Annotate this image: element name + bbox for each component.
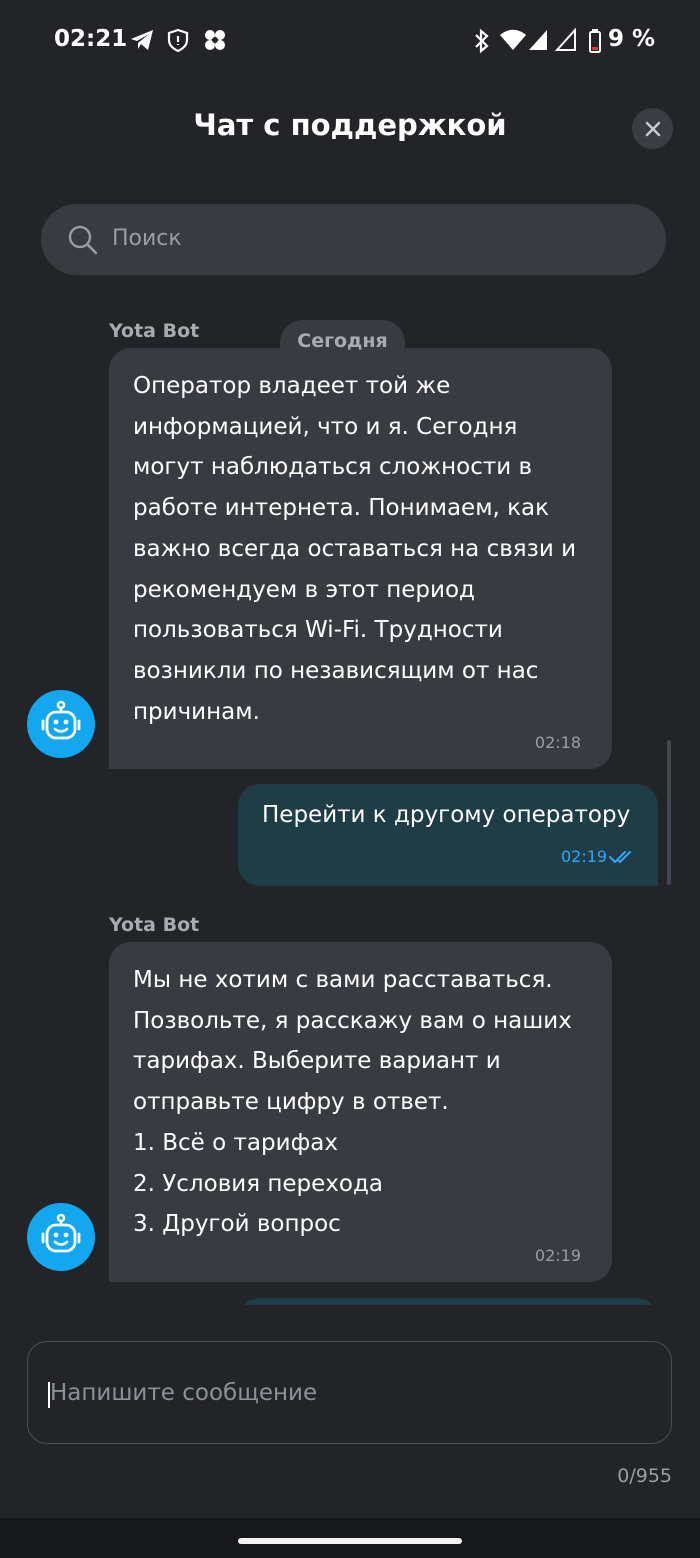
message-line: возникли по независящим от нас <box>133 657 539 684</box>
close-button[interactable] <box>632 108 673 149</box>
search-input[interactable]: Поиск <box>41 204 666 275</box>
message-line: 2. Условия перехода <box>133 1170 383 1197</box>
double-check-icon <box>609 851 631 863</box>
shield-icon <box>167 28 189 52</box>
message-input[interactable]: Напишите сообщение <box>27 1341 672 1444</box>
message-line: Мы не хотим с вами расставаться. <box>133 967 553 993</box>
telegram-icon <box>131 30 153 50</box>
date-separator: Сегодня <box>280 320 405 366</box>
message-time: 02:18 <box>534 733 581 752</box>
message-line: 1. Всё о тарифах <box>133 1129 338 1156</box>
signal-icon <box>529 30 547 50</box>
message-line: отправьте цифру в ответ. <box>133 1089 449 1116</box>
incoming-message[interactable]: Оператор владеет той же информацией, что… <box>109 348 612 769</box>
message-line: рекомендуем в этот период <box>133 576 475 603</box>
outgoing-message[interactable] <box>238 1298 658 1305</box>
bluetooth-icon <box>475 28 489 54</box>
message-line: пользоваться Wi-Fi. Трудности <box>133 617 503 644</box>
message-line: Позвольте, я расскажу вам о наших <box>133 1007 572 1034</box>
message-sender: Yota Bot <box>109 320 200 342</box>
message-input-placeholder: Напишите сообщение <box>50 1380 318 1406</box>
status-bar: 02:21 9 % <box>0 0 700 80</box>
message-line: работе интернета. Понимаем, как <box>133 495 550 522</box>
chat-list[interactable]: Yota Bot Оператор владеет той же информа… <box>0 300 700 1305</box>
message-line: информацией, что и я. Сегодня <box>133 413 518 440</box>
message-text: Перейти к другому оператору <box>262 802 631 828</box>
outgoing-message[interactable]: Перейти к другому оператору 02:19 <box>238 784 658 886</box>
message-line: 3. Другой вопрос <box>133 1211 341 1238</box>
bot-avatar-icon <box>41 1213 81 1253</box>
close-icon <box>645 121 660 136</box>
navigation-bar <box>0 1518 700 1558</box>
page-title: Чат с поддержкой <box>193 108 507 142</box>
battery-icon <box>589 29 601 53</box>
wifi-icon <box>500 29 526 50</box>
status-time: 02:21 <box>54 26 128 52</box>
date-separator-label: Сегодня <box>297 330 388 352</box>
scrollbar[interactable] <box>667 740 671 885</box>
message-line: важно всегда оставаться на связи и <box>133 535 577 562</box>
app-icon <box>205 30 225 50</box>
home-indicator[interactable] <box>238 1538 462 1544</box>
avatar <box>27 690 95 758</box>
bot-avatar-icon <box>41 700 81 740</box>
incoming-message[interactable]: Мы не хотим с вами расставаться. Позволь… <box>109 942 612 1282</box>
signal-icon <box>555 28 576 51</box>
search-icon <box>68 225 98 255</box>
message-line: причинам. <box>133 698 260 725</box>
message-line: тарифах. Выберите вариант и <box>133 1048 501 1075</box>
message-time: 02:19 <box>534 1246 581 1265</box>
message-line: могут наблюдаться сложности в <box>133 454 533 481</box>
message-line: Оператор владеет той же <box>133 373 451 399</box>
avatar <box>27 1203 95 1271</box>
message-sender: Yota Bot <box>109 914 200 936</box>
battery-percent: 9 % <box>608 26 656 52</box>
character-counter: 0/955 <box>617 1465 672 1487</box>
search-placeholder: Поиск <box>112 226 182 251</box>
message-time: 02:19 <box>561 847 608 866</box>
